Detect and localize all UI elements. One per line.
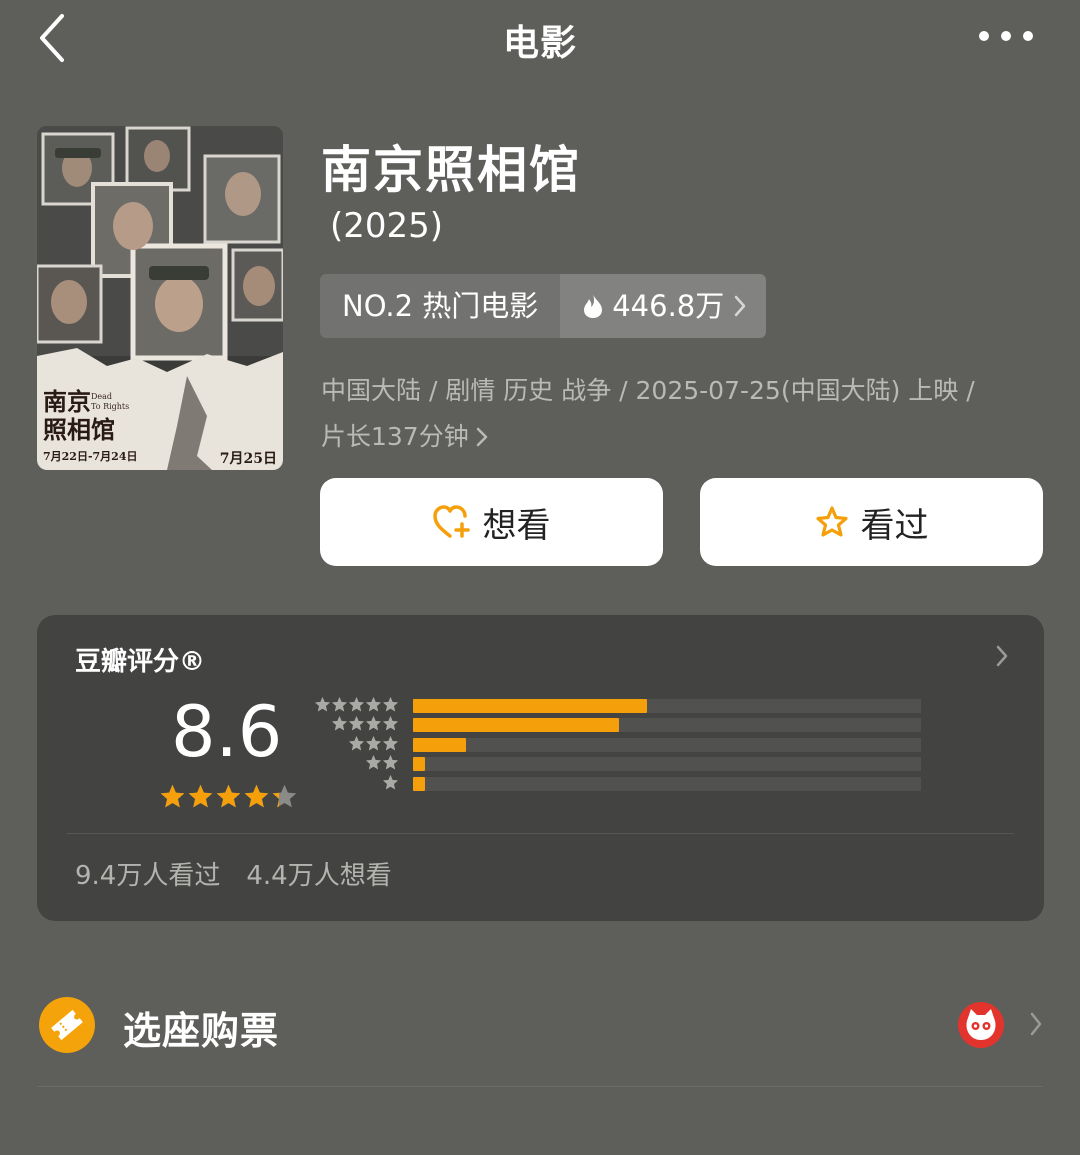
poster-english-title: Dead To Rights bbox=[91, 392, 129, 412]
gray-star-icon bbox=[383, 755, 398, 770]
score-star bbox=[244, 784, 269, 808]
gray-star-icon bbox=[383, 775, 398, 790]
seen-count[interactable]: 9.4万人看过 bbox=[75, 855, 220, 892]
gray-star-icon bbox=[366, 697, 381, 712]
score-star bbox=[160, 784, 185, 808]
want-to-watch-button[interactable]: 想看 bbox=[320, 478, 663, 566]
chevron-right-icon bbox=[1030, 1012, 1042, 1036]
distribution-stars bbox=[382, 774, 399, 791]
poster-english-line1: Dead bbox=[91, 392, 113, 401]
gray-star-icon bbox=[332, 716, 347, 731]
distribution-bar-track bbox=[413, 699, 921, 713]
gray-star-icon bbox=[315, 697, 330, 712]
douban-rating-card[interactable]: 豆瓣评分® 8.6 9.4万人看过 4.4万人想看 bbox=[37, 615, 1044, 921]
poster-release-date: 7月25日 bbox=[219, 451, 277, 467]
chevron-right-icon bbox=[476, 427, 487, 447]
distribution-bar-track bbox=[413, 738, 921, 752]
section-divider bbox=[37, 1086, 1043, 1087]
heat-indicator[interactable]: 446.8万 bbox=[560, 274, 767, 338]
star-outline-icon bbox=[815, 506, 848, 537]
gray-star-icon bbox=[383, 736, 398, 751]
score-star bbox=[272, 784, 297, 808]
poster-title-line2: 照相馆 bbox=[43, 415, 115, 444]
distribution-bar-track bbox=[413, 757, 921, 771]
buy-tickets-row[interactable]: 选座购票 bbox=[37, 990, 1044, 1060]
rating-counts: 9.4万人看过 4.4万人想看 bbox=[75, 855, 392, 892]
buy-tickets-label: 选座购票 bbox=[123, 1009, 280, 1053]
distribution-bar-track bbox=[413, 718, 921, 732]
ticket-icon bbox=[39, 997, 95, 1053]
rating-score: 8.6 bbox=[171, 691, 283, 773]
gray-star-icon bbox=[349, 736, 364, 751]
score-star bbox=[216, 784, 241, 808]
page-title: 电影 bbox=[502, 23, 577, 64]
distribution-bar-fill bbox=[413, 777, 425, 791]
gray-star-icon bbox=[366, 716, 381, 731]
want-to-watch-label: 想看 bbox=[482, 505, 551, 546]
ranking-badge: NO.2 热门电影 446.8万 bbox=[320, 274, 767, 338]
distribution-stars bbox=[314, 696, 399, 713]
distribution-bar-track bbox=[413, 777, 921, 791]
gray-star-icon bbox=[383, 697, 398, 712]
meta-region-genre-date: 中国大陆 / 剧情 历史 战争 / 2025-07-25(中国大陆) 上映 / bbox=[321, 376, 975, 405]
more-dots-icon bbox=[979, 31, 1033, 41]
want-count[interactable]: 4.4万人想看 bbox=[246, 855, 391, 892]
gray-star-icon bbox=[349, 716, 364, 731]
heat-value: 446.8万 bbox=[612, 289, 725, 323]
distribution-bar-fill bbox=[413, 718, 619, 732]
distribution-stars bbox=[331, 715, 399, 732]
distribution-bar-fill bbox=[413, 699, 647, 713]
top-navigation-bar: 电影 bbox=[0, 0, 1080, 76]
more-button[interactable] bbox=[974, 22, 1038, 50]
score-stars bbox=[159, 783, 298, 810]
gray-star-icon bbox=[366, 755, 381, 770]
movie-poster[interactable]: 南京 照相馆 Dead To Rights 7月22日-7月24日 7月25日 bbox=[37, 126, 283, 470]
movie-meta-info: 中国大陆 / 剧情 历史 战争 / 2025-07-25(中国大陆) 上映 / … bbox=[321, 368, 1041, 460]
watched-button[interactable]: 看过 bbox=[700, 478, 1043, 566]
gray-star-icon bbox=[332, 697, 347, 712]
distribution-stars bbox=[365, 754, 399, 771]
chevron-right-icon bbox=[996, 645, 1008, 667]
heart-plus-icon bbox=[432, 505, 470, 538]
duration-text: 片长137分钟 bbox=[321, 422, 469, 451]
score-star bbox=[188, 784, 213, 808]
distribution-stars bbox=[348, 735, 399, 752]
distribution-bar-fill bbox=[413, 738, 467, 752]
rank-label[interactable]: NO.2 热门电影 bbox=[320, 274, 561, 338]
tickets-chevron bbox=[1028, 1010, 1044, 1042]
gray-star-icon bbox=[383, 716, 398, 731]
distribution-bar-fill bbox=[413, 757, 425, 771]
rating-divider bbox=[67, 833, 1014, 834]
flame-icon bbox=[584, 294, 603, 318]
rating-detail-arrow[interactable] bbox=[994, 643, 1010, 673]
poster-preview-dates: 7月22日-7月24日 bbox=[43, 450, 138, 463]
gray-star-icon bbox=[349, 697, 364, 712]
watched-label: 看过 bbox=[860, 505, 929, 546]
movie-year: (2025) bbox=[330, 206, 444, 246]
meta-duration-link[interactable]: 片长137分钟 bbox=[321, 414, 489, 460]
movie-title: 南京照相馆 bbox=[321, 141, 581, 199]
maoyan-cat-logo-icon bbox=[958, 1002, 1004, 1048]
rating-heading: 豆瓣评分® bbox=[75, 647, 206, 677]
gray-star-icon bbox=[366, 736, 381, 751]
poster-english-line2: To Rights bbox=[91, 402, 130, 411]
chevron-right-icon bbox=[735, 295, 746, 317]
